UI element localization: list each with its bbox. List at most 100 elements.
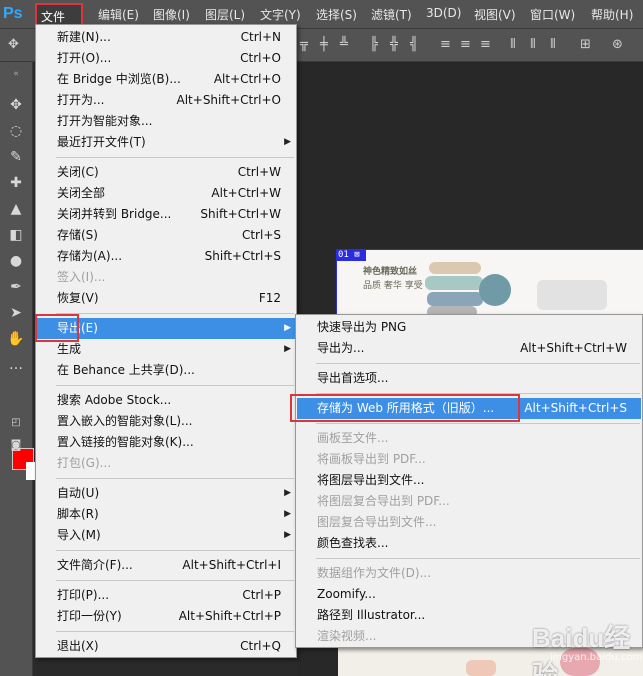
distribute-right-icon[interactable]: ⦀ xyxy=(550,37,556,52)
file-menu-item[interactable]: 存储(S) Ctrl+S xyxy=(37,225,295,246)
towel-image xyxy=(427,292,483,306)
hand-tool-icon[interactable]: ✋ xyxy=(6,330,26,348)
move-tool-icon[interactable]: ✥ xyxy=(6,96,26,114)
align-right-icon[interactable]: ╣ xyxy=(410,37,418,52)
3d-mode-icon[interactable]: ⊛ xyxy=(612,37,623,52)
menu-item-shortcut: Alt+Shift+Ctrl+I xyxy=(182,558,281,572)
menu-item-label: 打开为智能对象... xyxy=(57,114,153,128)
file-menu-item[interactable]: 打印(P)... Ctrl+P xyxy=(37,585,295,606)
distribute-top-icon[interactable]: ≡ xyxy=(440,37,451,52)
collapse-panel-icon[interactable]: « xyxy=(6,65,26,83)
menu-item-label: 打包(G)... xyxy=(57,456,112,470)
file-menu-item[interactable]: 在 Behance 上共享(D)... xyxy=(37,360,295,381)
submenu-arrow-icon: ▶ xyxy=(284,509,291,519)
menu-separator xyxy=(56,157,294,158)
clone-stamp-tool-icon[interactable]: ▲ xyxy=(6,200,26,218)
annotation-box-export xyxy=(35,314,79,342)
distribute-hcenter-icon[interactable]: ⦀ xyxy=(530,37,536,52)
file-menu-item[interactable]: 在 Bridge 中浏览(B)... Alt+Ctrl+O xyxy=(37,69,295,90)
file-menu-item[interactable]: 关闭(C) Ctrl+W xyxy=(37,162,295,183)
align-top-icon[interactable]: ╦ xyxy=(300,37,308,52)
file-menu-item[interactable]: 退出(X) Ctrl+Q xyxy=(37,636,295,657)
distribute-bottom-icon[interactable]: ≡ xyxy=(480,37,491,52)
export-menu-item[interactable]: Zoomify... xyxy=(297,584,641,605)
export-menu-item: 数据组作为文件(D)... xyxy=(297,563,641,584)
file-menu-item[interactable]: 导入(M) ▶ xyxy=(37,525,295,546)
file-menu-item[interactable]: 打开为... Alt+Shift+Ctrl+O xyxy=(37,90,295,111)
export-menu-item[interactable]: 快速导出为 PNG xyxy=(297,317,641,338)
export-menu-item[interactable]: 导出首选项... xyxy=(297,368,641,389)
file-menu-item[interactable]: 打开为智能对象... xyxy=(37,111,295,132)
blur-tool-icon[interactable]: ● xyxy=(6,252,26,270)
file-menu-item[interactable]: 关闭全部 Alt+Ctrl+W xyxy=(37,183,295,204)
align-bottom-icon[interactable]: ╩ xyxy=(340,37,348,52)
lasso-tool-icon[interactable]: ◌ xyxy=(6,122,26,140)
menu-item-label: 导出为... xyxy=(317,341,365,355)
menu-separator xyxy=(56,478,294,479)
file-menu-item[interactable]: 打开(O)... Ctrl+O xyxy=(37,48,295,69)
export-menu-item[interactable]: 导出为... Alt+Shift+Ctrl+W xyxy=(297,338,641,359)
menubar-item-3[interactable]: 图层(L) xyxy=(205,6,245,23)
menu-item-shortcut: Ctrl+W xyxy=(237,165,281,179)
file-menu-item[interactable]: 生成 ▶ xyxy=(37,339,295,360)
path-selection-tool-icon[interactable]: ➤ xyxy=(6,304,26,322)
align-hcenter-icon[interactable]: ╬ xyxy=(390,37,398,52)
file-menu-item[interactable]: 恢复(V) F12 xyxy=(37,288,295,309)
align-vcenter-icon[interactable]: ╪ xyxy=(320,37,328,52)
menubar-item-8[interactable]: 视图(V) xyxy=(474,6,516,23)
menubar-item-10[interactable]: 帮助(H) xyxy=(591,6,633,23)
menu-item-label: 画板至文件... xyxy=(317,431,389,445)
file-menu-item[interactable]: 搜索 Adobe Stock... xyxy=(37,390,295,411)
export-menu-item[interactable]: 颜色查找表... xyxy=(297,533,641,554)
menubar-item-6[interactable]: 滤镜(T) xyxy=(371,6,412,23)
file-menu-item[interactable]: 打印一份(Y) Alt+Shift+Ctrl+P xyxy=(37,606,295,627)
menubar-item-7[interactable]: 3D(D) xyxy=(426,6,461,20)
menu-item-shortcut: Shift+Ctrl+W xyxy=(200,207,281,221)
file-menu-item[interactable]: 关闭并转到 Bridge... Shift+Ctrl+W xyxy=(37,204,295,225)
menubar-item-5[interactable]: 选择(S) xyxy=(316,6,357,23)
healing-brush-tool-icon[interactable]: ✚ xyxy=(6,174,26,192)
file-menu-item[interactable]: 最近打开文件(T) ▶ xyxy=(37,132,295,153)
menubar-item-9[interactable]: 窗口(W) xyxy=(530,6,575,23)
distribute-left-icon[interactable]: ⦀ xyxy=(510,37,516,52)
distribute-center-icon[interactable]: ≡ xyxy=(460,37,471,52)
menu-item-shortcut: F12 xyxy=(258,291,281,305)
doc-headline-1: 神色精致如丝 xyxy=(363,267,418,277)
export-menu-item: 将画板导出到 PDF... xyxy=(297,449,641,470)
menu-item-shortcut: Alt+Ctrl+W xyxy=(211,186,281,200)
menu-item-label: 打印一份(Y) xyxy=(57,609,122,623)
menu-item-label: 图层复合导出到文件... xyxy=(317,515,437,529)
menubar-item-2[interactable]: 图像(I) xyxy=(153,6,190,23)
more-tools-icon[interactable]: … xyxy=(6,356,26,374)
menu-item-label: 快速导出为 PNG xyxy=(317,320,407,334)
menu-item-label: 搜索 Adobe Stock... xyxy=(57,393,172,407)
move-tool-icon[interactable]: ✥ xyxy=(8,37,19,52)
menu-item-label: 关闭全部 xyxy=(57,186,106,200)
file-menu-item[interactable]: 文件简介(F)... Alt+Shift+Ctrl+I xyxy=(37,555,295,576)
eraser-tool-icon[interactable]: ◧ xyxy=(6,226,26,244)
export-menu-item: 图层复合导出到文件... xyxy=(297,512,641,533)
auto-align-icon[interactable]: ⊞ xyxy=(580,37,591,52)
file-menu-item[interactable]: 置入嵌入的智能对象(L)... xyxy=(37,411,295,432)
file-menu-item[interactable]: 置入链接的智能对象(K)... xyxy=(37,432,295,453)
quick-selection-tool-icon[interactable]: ✎ xyxy=(6,148,26,166)
menu-item-shortcut: Alt+Shift+Ctrl+O xyxy=(176,93,281,107)
tools-panel: « ✥ ◌ ✎ ✚ ▲ ◧ ● ✒ ➤ ✋ … ◰ ◙ xyxy=(0,62,36,676)
menubar-item-1[interactable]: 编辑(E) xyxy=(98,6,139,23)
menu-item-shortcut: Shift+Ctrl+S xyxy=(204,249,281,263)
menu-item-label: 将图层复合导出到 PDF... xyxy=(317,494,450,508)
yarn-ball-image xyxy=(479,274,511,306)
slice-label: 01 ⊠ xyxy=(336,249,366,261)
default-colors-icon[interactable]: ◰ xyxy=(6,414,26,432)
file-menu-item[interactable]: 脚本(R) ▶ xyxy=(37,504,295,525)
menu-item-label: 退出(X) xyxy=(57,639,99,653)
menubar-item-0[interactable]: 文件(F) xyxy=(35,3,83,39)
menubar-item-4[interactable]: 文字(Y) xyxy=(260,6,301,23)
pen-tool-icon[interactable]: ✒ xyxy=(6,278,26,296)
file-menu-item[interactable]: 自动(U) ▶ xyxy=(37,483,295,504)
align-left-icon[interactable]: ╠ xyxy=(370,37,378,52)
file-menu-item[interactable]: 新建(N)... Ctrl+N xyxy=(37,27,295,48)
quick-mask-icon[interactable]: ◙ xyxy=(6,436,26,454)
file-menu-item[interactable]: 存储为(A)... Shift+Ctrl+S xyxy=(37,246,295,267)
export-menu-item[interactable]: 将图层导出到文件... xyxy=(297,470,641,491)
